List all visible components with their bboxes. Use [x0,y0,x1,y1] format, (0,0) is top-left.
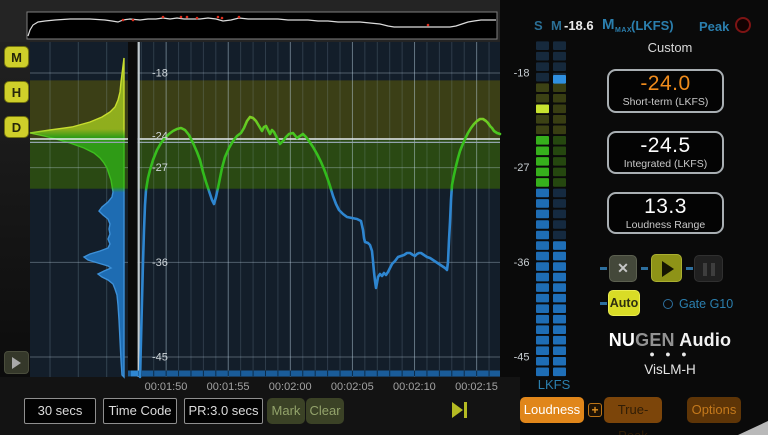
overview-strip[interactable] [27,12,497,39]
short-term-label: Short-term (LKFS) [609,96,722,109]
s-peak-hold-segment [536,104,549,113]
add-view-button[interactable]: + [588,403,602,417]
meter-units-label: LKFS [524,377,584,392]
mmax-units: (LKFS) [631,18,674,33]
overview-peak-dot [221,17,224,20]
short-term-value: -24.0 [609,72,722,96]
overview-peak-dot [238,16,241,19]
graph-y-tick-label: -18 [152,68,168,80]
clear-button[interactable]: Clear [306,398,344,424]
overview-peak-dot [217,16,220,19]
integrated-readout[interactable]: -24.5 Integrated (LKFS) [607,131,724,174]
gate-radio[interactable] [663,299,673,309]
vislm-plugin-window: -18 -24 -27 -36 -45 00:01:50 00:01:55 00:02:00 0… [0,0,768,435]
integrated-label: Integrated (LKFS) [609,158,722,171]
overview-peak-dot [132,19,135,22]
graph-y-tick-label: -45 [152,352,168,364]
graph-bottom-strip [128,371,500,377]
graph-time-label: 00:01:55 [207,381,250,393]
graph-y-tick-label: -36 [152,257,168,269]
overview-peak-dot [186,16,189,19]
overview-peak-dot [196,17,199,20]
logo-nu: NU [609,330,635,350]
resize-grip[interactable] [738,421,768,435]
skip-bar-icon [464,402,467,418]
graph-y-tick-label: -27 [152,162,168,174]
reset-button[interactable]: ✕ [609,255,637,282]
play-button[interactable] [651,254,682,282]
tab-loudness[interactable]: Loudness [520,397,584,423]
peak-indicator[interactable] [735,17,751,33]
pause-icon [711,263,715,276]
tab-true-peak[interactable]: True-Peak [604,397,662,423]
tab-options[interactable]: Options [687,397,741,423]
integrated-value: -24.5 [609,134,722,158]
short-term-readout[interactable]: -24.0 Short-term (LKFS) [607,69,724,113]
mmax-letter: M [602,16,615,33]
loudness-range-readout[interactable]: 13.3 Loudness Range [607,192,724,234]
nugen-audio-logo: NUGEN Audio [600,330,740,351]
gate-label: Gate G10 [679,297,733,311]
connector-dash [641,267,648,270]
history-graph-panel[interactable]: -18 -24 -27 -36 -45 00:01:50 00:01:55 00:02:00 0… [30,42,500,393]
logo-gen: GEN [635,330,675,350]
graph-time-label: 00:02:15 [455,381,498,393]
overview-peak-dot [180,16,183,19]
sm-meter-bars: -18 -27 -36 -45 [514,41,566,376]
meter-y-tick-label: -18 [514,68,530,80]
skip-triangle-icon [452,402,463,418]
meter-y-tick-label: -45 [514,352,530,364]
overview-peak-dot [122,19,125,22]
peak-label: Peak [699,19,729,34]
mmax-subscript: MAX [615,27,632,34]
meter-y-tick-label: -36 [514,257,530,269]
connector-dash [686,267,693,270]
graph-time-label: 00:01:50 [145,381,188,393]
auto-button[interactable]: Auto [608,290,640,316]
meter-mode-button-d[interactable]: D [4,116,29,138]
m-meter-label: M [551,18,562,33]
play-icon [662,261,674,277]
pause-button[interactable] [694,255,723,282]
loudness-range-value: 13.3 [609,195,722,219]
connector-dash [600,302,607,305]
graph-y-tick-label: -24 [152,131,168,143]
play-forward-icon [12,357,21,369]
overview-peak-dot [427,24,430,27]
logo-dots: ● ● ● [600,349,740,359]
s-meter-label: S [534,18,543,33]
connector-dash [600,267,607,270]
time-mode-button[interactable]: Time Code [103,398,177,424]
product-name: VisLM-H [600,362,740,377]
meter-mode-button-m[interactable]: M [4,46,29,68]
meter-y-tick-label: -27 [514,162,530,174]
practical-range-button[interactable]: PR:3.0 secs [184,398,263,424]
pause-icon [703,263,707,276]
logo-audio: Audio [675,330,732,350]
graph-time-label: 00:02:05 [331,381,374,393]
mmax-readout-value: -18.6 [564,18,594,33]
mark-button[interactable]: Mark [267,398,305,424]
history-scroll-button[interactable] [4,351,29,374]
graph-time-label: 00:02:00 [269,381,312,393]
graph-time-label: 00:02:10 [393,381,436,393]
history-length-button[interactable]: 30 secs [24,398,96,424]
overview-peak-dot [162,16,165,19]
preset-name: Custom [600,40,740,55]
meter-mode-button-h[interactable]: H [4,81,29,103]
m-peak-hold-segment [553,75,566,84]
loudness-range-label: Loudness Range [609,219,722,232]
x-icon: ✕ [617,260,629,276]
